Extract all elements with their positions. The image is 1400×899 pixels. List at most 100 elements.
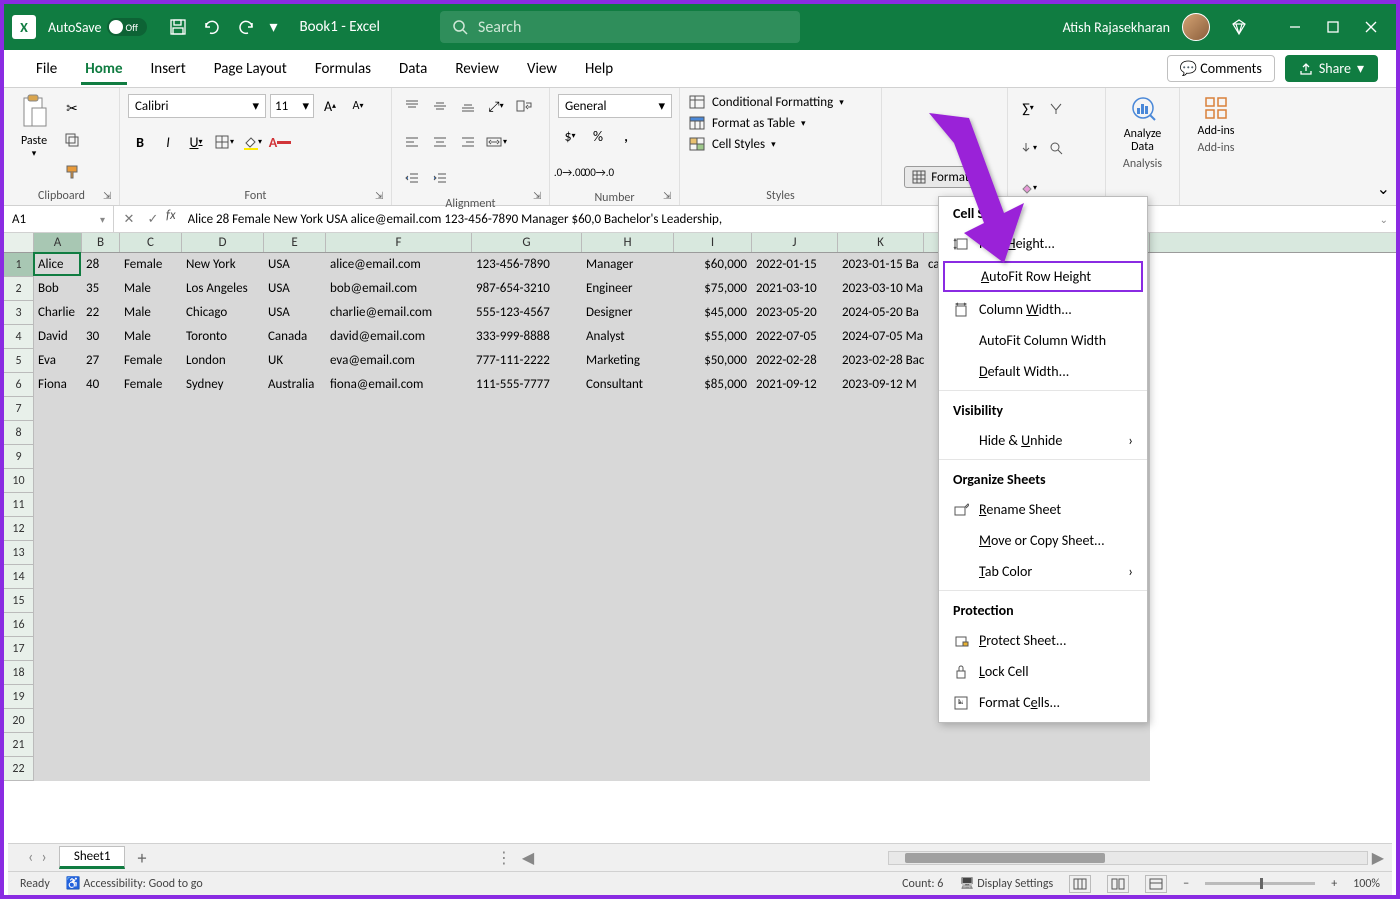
cell[interactable]: Charlie	[34, 301, 82, 325]
align-middle-icon[interactable]	[428, 94, 452, 118]
col-header-K[interactable]: K	[838, 233, 924, 252]
cell[interactable]	[326, 493, 472, 517]
clipboard-dialog-launcher[interactable]: ⇲	[103, 189, 115, 201]
percent-icon[interactable]: %	[586, 124, 610, 148]
tab-review[interactable]: Review	[441, 54, 513, 84]
accessibility-status[interactable]: ♿ Accessibility: Good to go	[66, 876, 203, 891]
cell[interactable]	[752, 493, 838, 517]
cell[interactable]: fiona@email.com	[326, 373, 472, 397]
cell[interactable]	[838, 565, 924, 589]
cell[interactable]	[752, 589, 838, 613]
cell[interactable]	[674, 469, 752, 493]
cell[interactable]	[34, 517, 82, 541]
cut-icon[interactable]: ✂	[60, 96, 84, 120]
row-header-15[interactable]: 15	[4, 589, 34, 613]
cell[interactable]	[264, 733, 326, 757]
cell[interactable]: Male	[120, 301, 182, 325]
sheet-nav-prev[interactable]: ‹	[28, 848, 33, 867]
undo-icon[interactable]	[197, 12, 227, 42]
cell[interactable]: Fiona	[34, 373, 82, 397]
cell[interactable]: 2023-05-20	[752, 301, 838, 325]
cell[interactable]: Consultant	[582, 373, 674, 397]
cell[interactable]: New York	[182, 253, 264, 277]
save-icon[interactable]	[163, 12, 193, 42]
cell[interactable]	[34, 733, 82, 757]
cell[interactable]	[264, 613, 326, 637]
search-input[interactable]: Search	[440, 11, 800, 43]
cell[interactable]	[82, 493, 120, 517]
col-header-C[interactable]: C	[120, 233, 182, 252]
cell[interactable]	[120, 733, 182, 757]
cell[interactable]: Canada	[264, 325, 326, 349]
cell[interactable]	[752, 421, 838, 445]
cell[interactable]	[472, 733, 582, 757]
cell[interactable]	[82, 565, 120, 589]
col-header-B[interactable]: B	[82, 233, 120, 252]
cell[interactable]	[326, 613, 472, 637]
cell[interactable]	[120, 469, 182, 493]
cell[interactable]: Manager	[582, 253, 674, 277]
cell[interactable]: $55,000	[674, 325, 752, 349]
cell[interactable]	[1000, 757, 1104, 781]
cell[interactable]	[120, 541, 182, 565]
cell[interactable]	[674, 445, 752, 469]
sheet-options-icon[interactable]: ⋮	[496, 848, 512, 868]
row-header-1[interactable]: 1	[4, 253, 34, 277]
cell[interactable]	[182, 541, 264, 565]
menu-hide-unhide[interactable]: Hide & Unhide ›	[939, 425, 1147, 456]
cell[interactable]	[82, 589, 120, 613]
cell[interactable]: $50,000	[674, 349, 752, 373]
tab-data[interactable]: Data	[385, 54, 441, 84]
cell[interactable]	[82, 469, 120, 493]
cell[interactable]	[326, 541, 472, 565]
cell[interactable]: david@email.com	[326, 325, 472, 349]
view-page-break-icon[interactable]	[1145, 875, 1167, 893]
bold-icon[interactable]: B	[128, 130, 152, 154]
menu-lock-cell[interactable]: Lock Cell	[939, 656, 1147, 687]
cell[interactable]	[326, 517, 472, 541]
cell[interactable]	[264, 661, 326, 685]
display-settings-button[interactable]: 🖥 Display Settings	[959, 876, 1053, 891]
underline-icon[interactable]: U▾	[184, 130, 208, 154]
cell[interactable]	[34, 757, 82, 781]
cell[interactable]	[838, 421, 924, 445]
cell[interactable]	[34, 613, 82, 637]
cell[interactable]	[264, 757, 326, 781]
col-header-A[interactable]: A	[34, 233, 82, 252]
cell[interactable]	[182, 469, 264, 493]
menu-protect-sheet[interactable]: Protect Sheet...	[939, 625, 1147, 656]
cell[interactable]: 35	[82, 277, 120, 301]
cell[interactable]	[838, 469, 924, 493]
cell[interactable]	[326, 469, 472, 493]
cell[interactable]	[472, 541, 582, 565]
cell[interactable]	[326, 637, 472, 661]
font-size-dropdown[interactable]: 11▾	[270, 94, 314, 118]
cell[interactable]	[752, 685, 838, 709]
cell[interactable]	[838, 517, 924, 541]
cell[interactable]	[582, 589, 674, 613]
cell[interactable]	[674, 493, 752, 517]
cell[interactable]	[182, 733, 264, 757]
row-header-12[interactable]: 12	[4, 517, 34, 541]
cell[interactable]: Male	[120, 325, 182, 349]
cell[interactable]: 30	[82, 325, 120, 349]
cell[interactable]: Alice	[34, 253, 82, 277]
cell[interactable]	[120, 445, 182, 469]
cell[interactable]	[182, 589, 264, 613]
cell[interactable]: UK	[264, 349, 326, 373]
increase-indent-icon[interactable]	[428, 166, 452, 190]
sheet-nav-next[interactable]: ›	[41, 848, 46, 867]
comments-button[interactable]: 💬 Comments	[1167, 55, 1275, 82]
menu-rename-sheet[interactable]: Rename Sheet	[939, 494, 1147, 525]
row-header-7[interactable]: 7	[4, 397, 34, 421]
cell[interactable]	[326, 421, 472, 445]
cell[interactable]	[182, 637, 264, 661]
enter-formula-icon[interactable]: ✓	[142, 208, 164, 230]
col-header-J[interactable]: J	[752, 233, 838, 252]
cell[interactable]: $60,000	[674, 253, 752, 277]
cell[interactable]	[82, 421, 120, 445]
decrease-indent-icon[interactable]	[400, 166, 424, 190]
row-header-14[interactable]: 14	[4, 565, 34, 589]
format-as-table-button[interactable]: Format as Table▾	[688, 115, 806, 131]
autosave-toggle[interactable]: Off	[107, 18, 147, 36]
